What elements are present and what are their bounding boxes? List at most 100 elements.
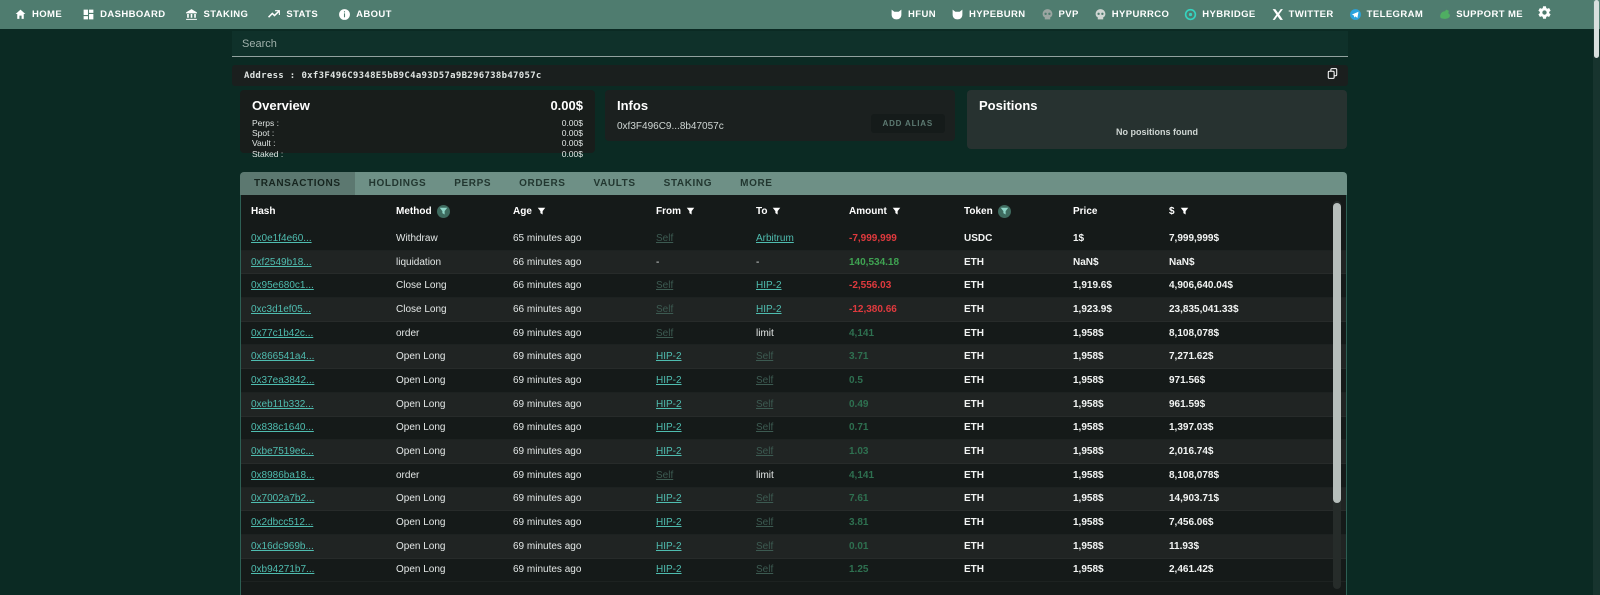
from-cell[interactable]: HIP-2 <box>656 446 756 457</box>
from-cell[interactable]: HIP-2 <box>656 375 756 386</box>
from-cell[interactable]: Self <box>656 470 756 481</box>
age-cell: 66 minutes ago <box>513 304 656 315</box>
from-cell[interactable]: HIP-2 <box>656 422 756 433</box>
nav-item-label: STAKING <box>203 9 248 20</box>
price-cell: NaN$ <box>1073 257 1169 268</box>
filter-icon[interactable] <box>1180 207 1189 216</box>
page-scrollbar[interactable] <box>1593 0 1600 595</box>
to-cell[interactable]: Self <box>756 541 849 552</box>
usd-cell: 11.93$ <box>1169 541 1346 552</box>
tx-hash-link[interactable]: 0x95e680c1... <box>251 280 396 291</box>
to-cell[interactable]: Self <box>756 446 849 457</box>
tx-hash-link[interactable]: 0x838c1640... <box>251 422 396 433</box>
dashboard-icon <box>82 8 95 21</box>
positions-card: Positions No positions found <box>967 90 1347 149</box>
nav-item-pvp[interactable]: PVP <box>1041 8 1079 21</box>
filter-icon[interactable] <box>537 207 546 216</box>
tx-hash-link[interactable]: 0x2dbcc512... <box>251 517 396 528</box>
col-label: Price <box>1073 206 1097 217</box>
amount-cell: 140,534.18 <box>849 257 964 268</box>
to-cell: limit <box>756 470 849 481</box>
to-cell[interactable]: HIP-2 <box>756 280 849 291</box>
from-cell[interactable]: Self <box>656 328 756 339</box>
to-cell[interactable]: Self <box>756 375 849 386</box>
to-cell: - <box>756 257 849 268</box>
table-scrollbar-thumb[interactable] <box>1333 203 1341 503</box>
to-cell[interactable]: Self <box>756 422 849 433</box>
nav-item-hypurrco[interactable]: HYPURRCO <box>1094 8 1170 21</box>
price-cell: 1,958$ <box>1073 564 1169 575</box>
to-cell[interactable]: Self <box>756 351 849 362</box>
nav-item-label: DASHBOARD <box>100 9 165 20</box>
tx-hash-link[interactable]: 0x0e1f4e60... <box>251 233 396 244</box>
nav-item-dashboard[interactable]: DASHBOARD <box>82 8 165 21</box>
filter-icon[interactable] <box>686 207 695 216</box>
tab-transactions[interactable]: TRANSACTIONS <box>240 172 355 195</box>
to-cell[interactable]: HIP-2 <box>756 304 849 315</box>
to-cell[interactable]: Self <box>756 493 849 504</box>
nav-item-hypeburn[interactable]: HYPEBURN <box>951 8 1026 21</box>
tab-holdings[interactable]: HOLDINGS <box>355 172 441 195</box>
tabbar: TRANSACTIONSHOLDINGSPERPSORDERSVAULTSSTA… <box>240 172 1347 195</box>
tab-orders[interactable]: ORDERS <box>505 172 579 195</box>
add-alias-button[interactable]: ADD ALIAS <box>871 114 945 133</box>
from-cell[interactable]: HIP-2 <box>656 517 756 528</box>
nav-item-label: HYBRIDGE <box>1202 9 1255 20</box>
tab-more[interactable]: MORE <box>726 172 786 195</box>
token-cell: ETH <box>964 564 1073 575</box>
table-scrollbar[interactable] <box>1333 201 1341 589</box>
tx-hash-link[interactable]: 0x866541a4... <box>251 351 396 362</box>
tx-hash-link[interactable]: 0x16dc969b... <box>251 541 396 552</box>
from-cell[interactable]: HIP-2 <box>656 399 756 410</box>
tx-hash-link[interactable]: 0xc3d1ef05... <box>251 304 396 315</box>
from-cell[interactable]: HIP-2 <box>656 541 756 552</box>
page-scrollbar-thumb[interactable] <box>1594 0 1599 58</box>
tab-vaults[interactable]: VAULTS <box>580 172 650 195</box>
from-cell[interactable]: Self <box>656 233 756 244</box>
tx-hash-link[interactable]: 0xf2549b18... <box>251 257 396 268</box>
nav-item-staking[interactable]: STAKING <box>185 8 248 21</box>
filter-icon[interactable] <box>437 205 450 218</box>
from-cell[interactable]: Self <box>656 304 756 315</box>
from-cell[interactable]: HIP-2 <box>656 493 756 504</box>
nav-item-twitter[interactable]: TWITTER <box>1271 8 1334 21</box>
tx-hash-link[interactable]: 0x37ea3842... <box>251 375 396 386</box>
to-cell[interactable]: Self <box>756 399 849 410</box>
nav-item-home[interactable]: HOME <box>14 8 62 21</box>
usd-cell: 2,016.74$ <box>1169 446 1346 457</box>
nav-item-about[interactable]: ABOUT <box>338 8 392 21</box>
filter-icon[interactable] <box>772 207 781 216</box>
pvp-skull-icon <box>1041 8 1054 21</box>
tx-hash-link[interactable]: 0xeb11b332... <box>251 399 396 410</box>
price-cell: 1,919.6$ <box>1073 280 1169 291</box>
nav-item-support-me[interactable]: SUPPORT ME <box>1438 8 1523 21</box>
gear-icon <box>1537 5 1552 25</box>
from-cell[interactable]: HIP-2 <box>656 564 756 575</box>
tx-hash-link[interactable]: 0x8986ba18... <box>251 470 396 481</box>
to-cell[interactable]: Arbitrum <box>756 233 849 244</box>
from-cell[interactable]: HIP-2 <box>656 351 756 362</box>
copy-address-button[interactable] <box>1324 67 1341 84</box>
nav-item-telegram[interactable]: TELEGRAM <box>1349 8 1424 21</box>
tx-hash-link[interactable]: 0x77c1b42c... <box>251 328 396 339</box>
nav-item-hybridge[interactable]: HYBRIDGE <box>1184 8 1255 21</box>
nav-item-hfun[interactable]: HFUN <box>890 8 936 21</box>
tab-perps[interactable]: PERPS <box>440 172 505 195</box>
amount-cell: 0.49 <box>849 399 964 410</box>
price-cell: 1,958$ <box>1073 493 1169 504</box>
tx-hash-link[interactable]: 0xbe7519ec... <box>251 446 396 457</box>
from-cell[interactable]: Self <box>656 280 756 291</box>
transaction-row: 0x77c1b42c...order69 minutes agoSelflimi… <box>241 322 1346 346</box>
nav-item-stats[interactable]: STATS <box>268 8 318 21</box>
filter-icon[interactable] <box>998 205 1011 218</box>
price-cell: 1,958$ <box>1073 541 1169 552</box>
to-cell[interactable]: Self <box>756 517 849 528</box>
settings-gear-button[interactable] <box>1537 5 1552 25</box>
overview-rows: Perps :0.00$Spot :0.00$Vault :0.00$Stake… <box>252 118 583 159</box>
to-cell[interactable]: Self <box>756 564 849 575</box>
search-input[interactable] <box>232 31 1348 56</box>
tab-staking[interactable]: STAKING <box>650 172 726 195</box>
tx-hash-link[interactable]: 0x7002a7b2... <box>251 493 396 504</box>
tx-hash-link[interactable]: 0xb94271b7... <box>251 564 396 575</box>
filter-icon[interactable] <box>892 207 901 216</box>
